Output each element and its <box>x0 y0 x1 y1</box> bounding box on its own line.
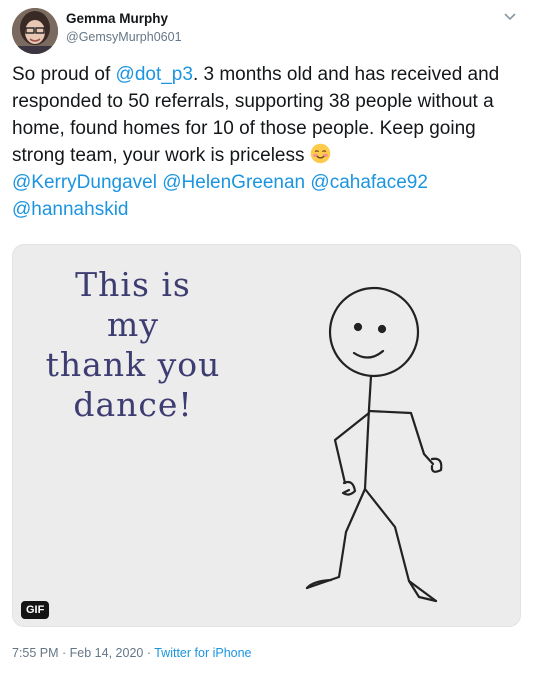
tweet-metadata: 7:55 PM · Feb 14, 2020 · Twitter for iPh… <box>12 646 252 660</box>
tweet-text: So proud of @dot_p3. 3 months old and ha… <box>12 61 512 223</box>
mention-link[interactable]: @HelenGreenan <box>162 172 305 193</box>
tweet-date[interactable]: Feb 14, 2020 <box>70 646 144 660</box>
mention-link[interactable]: @hannahskid <box>12 199 128 220</box>
mention-link[interactable]: @KerryDungavel <box>12 172 157 193</box>
separator: · <box>58 646 70 660</box>
mention-link[interactable]: @dot_p3 <box>116 64 193 85</box>
avatar[interactable] <box>12 8 58 54</box>
author-name[interactable]: Gemma Murphy <box>66 11 168 26</box>
gif-media[interactable]: This is my thank you dance! GIF <box>12 244 521 627</box>
stick-figure-drawing <box>305 286 443 603</box>
tweet-text-part: So proud of <box>12 64 116 85</box>
chevron-down-icon[interactable] <box>503 12 517 22</box>
author-handle[interactable]: @GemsyMurph0601 <box>66 30 182 44</box>
tweet-source-link[interactable]: Twitter for iPhone <box>154 646 251 660</box>
smiling-face-with-blush-icon <box>310 143 331 164</box>
tweet-time[interactable]: 7:55 PM <box>12 646 59 660</box>
separator: · <box>143 646 155 660</box>
avatar-photo <box>12 8 58 54</box>
gif-badge: GIF <box>21 601 50 619</box>
mention-link[interactable]: @cahaface92 <box>310 172 428 193</box>
